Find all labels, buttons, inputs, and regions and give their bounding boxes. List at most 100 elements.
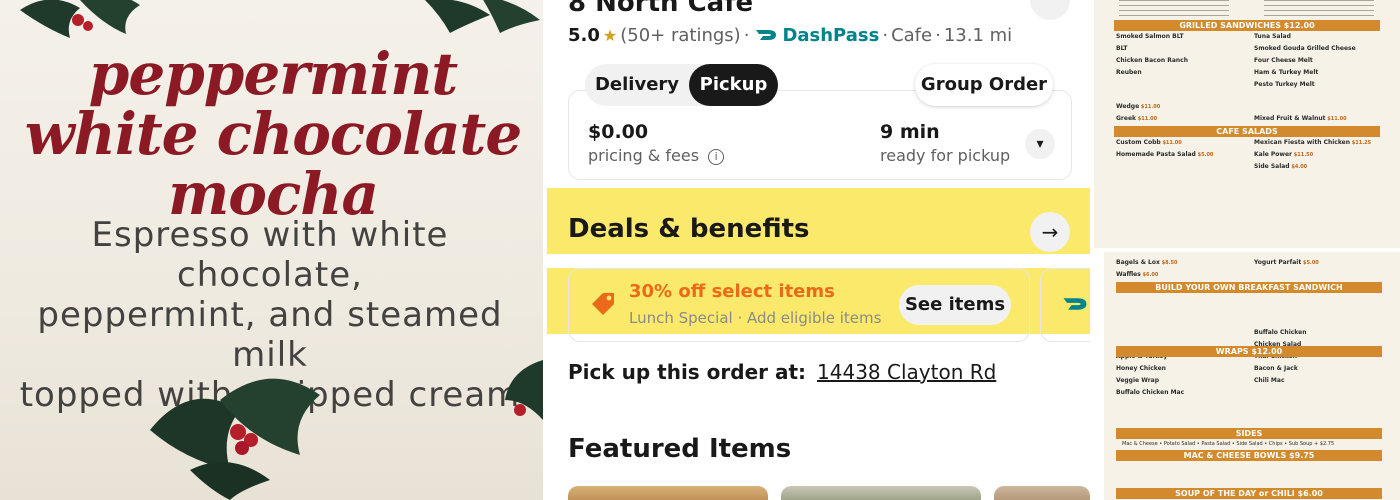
menu-item-name: Buffalo Chicken Mac [1116,389,1185,396]
delivery-toggle-button[interactable]: Delivery [585,64,689,106]
pickup-address-link[interactable]: 14438 Clayton Rd [817,360,996,384]
menu-item: Smoked Salmon BLT [1116,34,1213,46]
deal-subtitle: Lunch Special · Add eligible items [629,309,882,327]
store-action-button[interactable] [1030,0,1070,20]
separator: · [935,24,941,46]
menu-item-name: Honey Chicken [1116,365,1166,372]
menu-item-price: $11.00 [1325,116,1347,122]
star-icon: ★ [602,25,618,45]
pickup-address-line: Pick up this order at: 14438 Clayton Rd [568,360,996,384]
menu-item-name: Homemade Pasta Salad [1116,151,1196,158]
menu-column: Smoked Salmon BLT BLT Chicken Bacon Ranc… [1116,34,1213,164]
expand-info-button[interactable]: ▾ [1025,129,1055,159]
featured-item-image[interactable] [994,486,1090,500]
menu-item-name: Pesto Turkey Melt [1254,81,1315,88]
featured-item-image[interactable] [568,486,768,500]
deal-card[interactable] [1040,268,1090,342]
menu-text-block [1264,0,1374,18]
menu-section-header: GRILLED SANDWICHES $12.00 [1114,20,1380,31]
chevron-down-icon: ▾ [1036,136,1044,152]
menu-item-description [1116,158,1213,164]
dashpass-icon [756,30,777,40]
menu-section-header: SOUP OF THE DAY or CHILI $6.00 [1116,488,1382,499]
menu-item-name: Chili Mac [1254,377,1285,384]
group-order-button[interactable]: Group Order [915,64,1053,106]
fee-amount: $0.00 [588,121,649,143]
menu-item-description [1254,384,1319,390]
info-icon[interactable]: i [708,148,725,165]
store-panel: 8 North Cafe 5.0 ★ (50+ ratings) · DashP… [543,0,1090,500]
menu-text-block [1119,0,1229,18]
ratings-count[interactable]: (50+ ratings) [620,25,740,46]
menu-item: Yogurt Parfait $5.00 [1254,260,1319,272]
menu-item: Buffalo Chicken Mac [1116,390,1184,402]
menu-sides-line: Mac & Cheese • Potato Salad • Pasta Sala… [1122,441,1335,447]
arrow-right-icon: → [1041,220,1059,244]
pickup-toggle-button[interactable]: Pickup [689,64,778,106]
menu-image-bottom: Bagels & Lox $8.50 Waffles $6.00 Oatmeal… [1094,252,1400,500]
featured-items-title: Featured Items [568,434,792,464]
menu-item-price: $5.00 [1195,152,1214,158]
menu-item-name: Side Salad [1254,163,1290,170]
menu-column: Tuna Salad Smoked Gouda Grilled Cheese F… [1254,34,1371,176]
menu-section-header: WRAPS $12.00 [1116,346,1382,357]
menu-item-name: Greek [1116,115,1137,122]
holly-icon [505,360,543,420]
menu-item-name: Ham & Turkey Melt [1254,69,1319,76]
holly-icon [150,378,320,500]
menu-item-price: $5.00 [1301,260,1319,266]
deal-title: 30% off select items [629,281,835,302]
menu-item-description [1116,76,1213,82]
menu-item-price: $8.50 [1159,260,1178,266]
menu-item-name: Buffalo Chicken [1254,329,1307,336]
promo-title-line: peppermint [88,40,458,108]
menu-item-name: Smoked Gouda Grilled Cheese [1254,45,1356,52]
store-meta: 5.0 ★ (50+ ratings) · DashPass · Cafe · … [568,22,1012,48]
menu-item-name: Mexican Fiesta with Chicken [1254,139,1351,146]
menu-item-name: Reuben [1116,69,1142,76]
fulfillment-mode-toggle: Delivery Pickup [585,64,778,106]
menu-item-name: Custom Cobb [1116,139,1161,146]
promo-description-line: Espresso with white chocolate, [91,215,449,295]
menu-section-header: CAFE SALADS [1114,126,1380,137]
menu-item-description [1254,266,1319,272]
menu-item-name: Bacon & Jack [1254,365,1298,372]
menu-item-description [1254,88,1371,94]
menu-item: Reuben [1116,70,1213,82]
menu-section-header: BUILD YOUR OWN BREAKFAST SANDWICH [1116,282,1382,293]
menu-item-name: Veggie Wrap [1116,377,1160,384]
menu-item-name: Smoked Salmon BLT [1116,33,1184,40]
menu-item-price: $11.25 [1350,140,1372,146]
separator: · [743,24,750,46]
see-items-button[interactable]: See items [899,285,1011,325]
menu-item-name: Kale Power [1254,151,1293,158]
menu-item-name: Four Cheese Melt [1254,57,1313,64]
menu-item-name: Yogurt Parfait [1254,259,1302,266]
menu-item-name: Mixed Fruit & Walnut [1254,115,1326,122]
fee-label-text: pricing & fees [588,146,700,165]
menu-item: Side Salad $4.00 [1254,164,1371,176]
menu-item-description [1254,170,1371,176]
menu-item-name: Bagels & Lox [1116,259,1160,266]
menu-item-name: Chicken Bacon Ranch [1116,57,1188,64]
separator: · [882,24,889,46]
menu-image-top: GRILLED SANDWICHES $12.00 Smoked Salmon … [1094,0,1400,248]
menu-item-name: Tuna Salad [1254,33,1291,40]
store-name: 8 North Cafe [568,0,754,18]
menu-item-price: $11.00 [1136,116,1158,122]
deals-arrow-button[interactable]: → [1030,212,1070,252]
deal-card[interactable]: 30% off select items Lunch Special · Add… [568,268,1030,342]
menu-item-price: $11.50 [1292,152,1314,158]
pickup-time: 9 min [880,121,940,143]
menu-item-price: $4.00 [1289,164,1308,170]
menu-item-price: $11.00 [1139,104,1161,110]
dashpass-icon [1063,298,1087,310]
fee-label[interactable]: pricing & fees i [588,146,725,165]
promo-title-line: white chocolate [24,100,523,168]
featured-item-image[interactable] [781,486,981,500]
menu-item: Pesto Turkey Melt [1254,82,1371,94]
pickup-time-label: ready for pickup [880,146,1011,165]
menu-item-price: $11.00 [1160,140,1182,146]
promo-title: peppermint white chocolate mocha [8,44,538,224]
deals-section-title: Deals & benefits [568,214,810,244]
